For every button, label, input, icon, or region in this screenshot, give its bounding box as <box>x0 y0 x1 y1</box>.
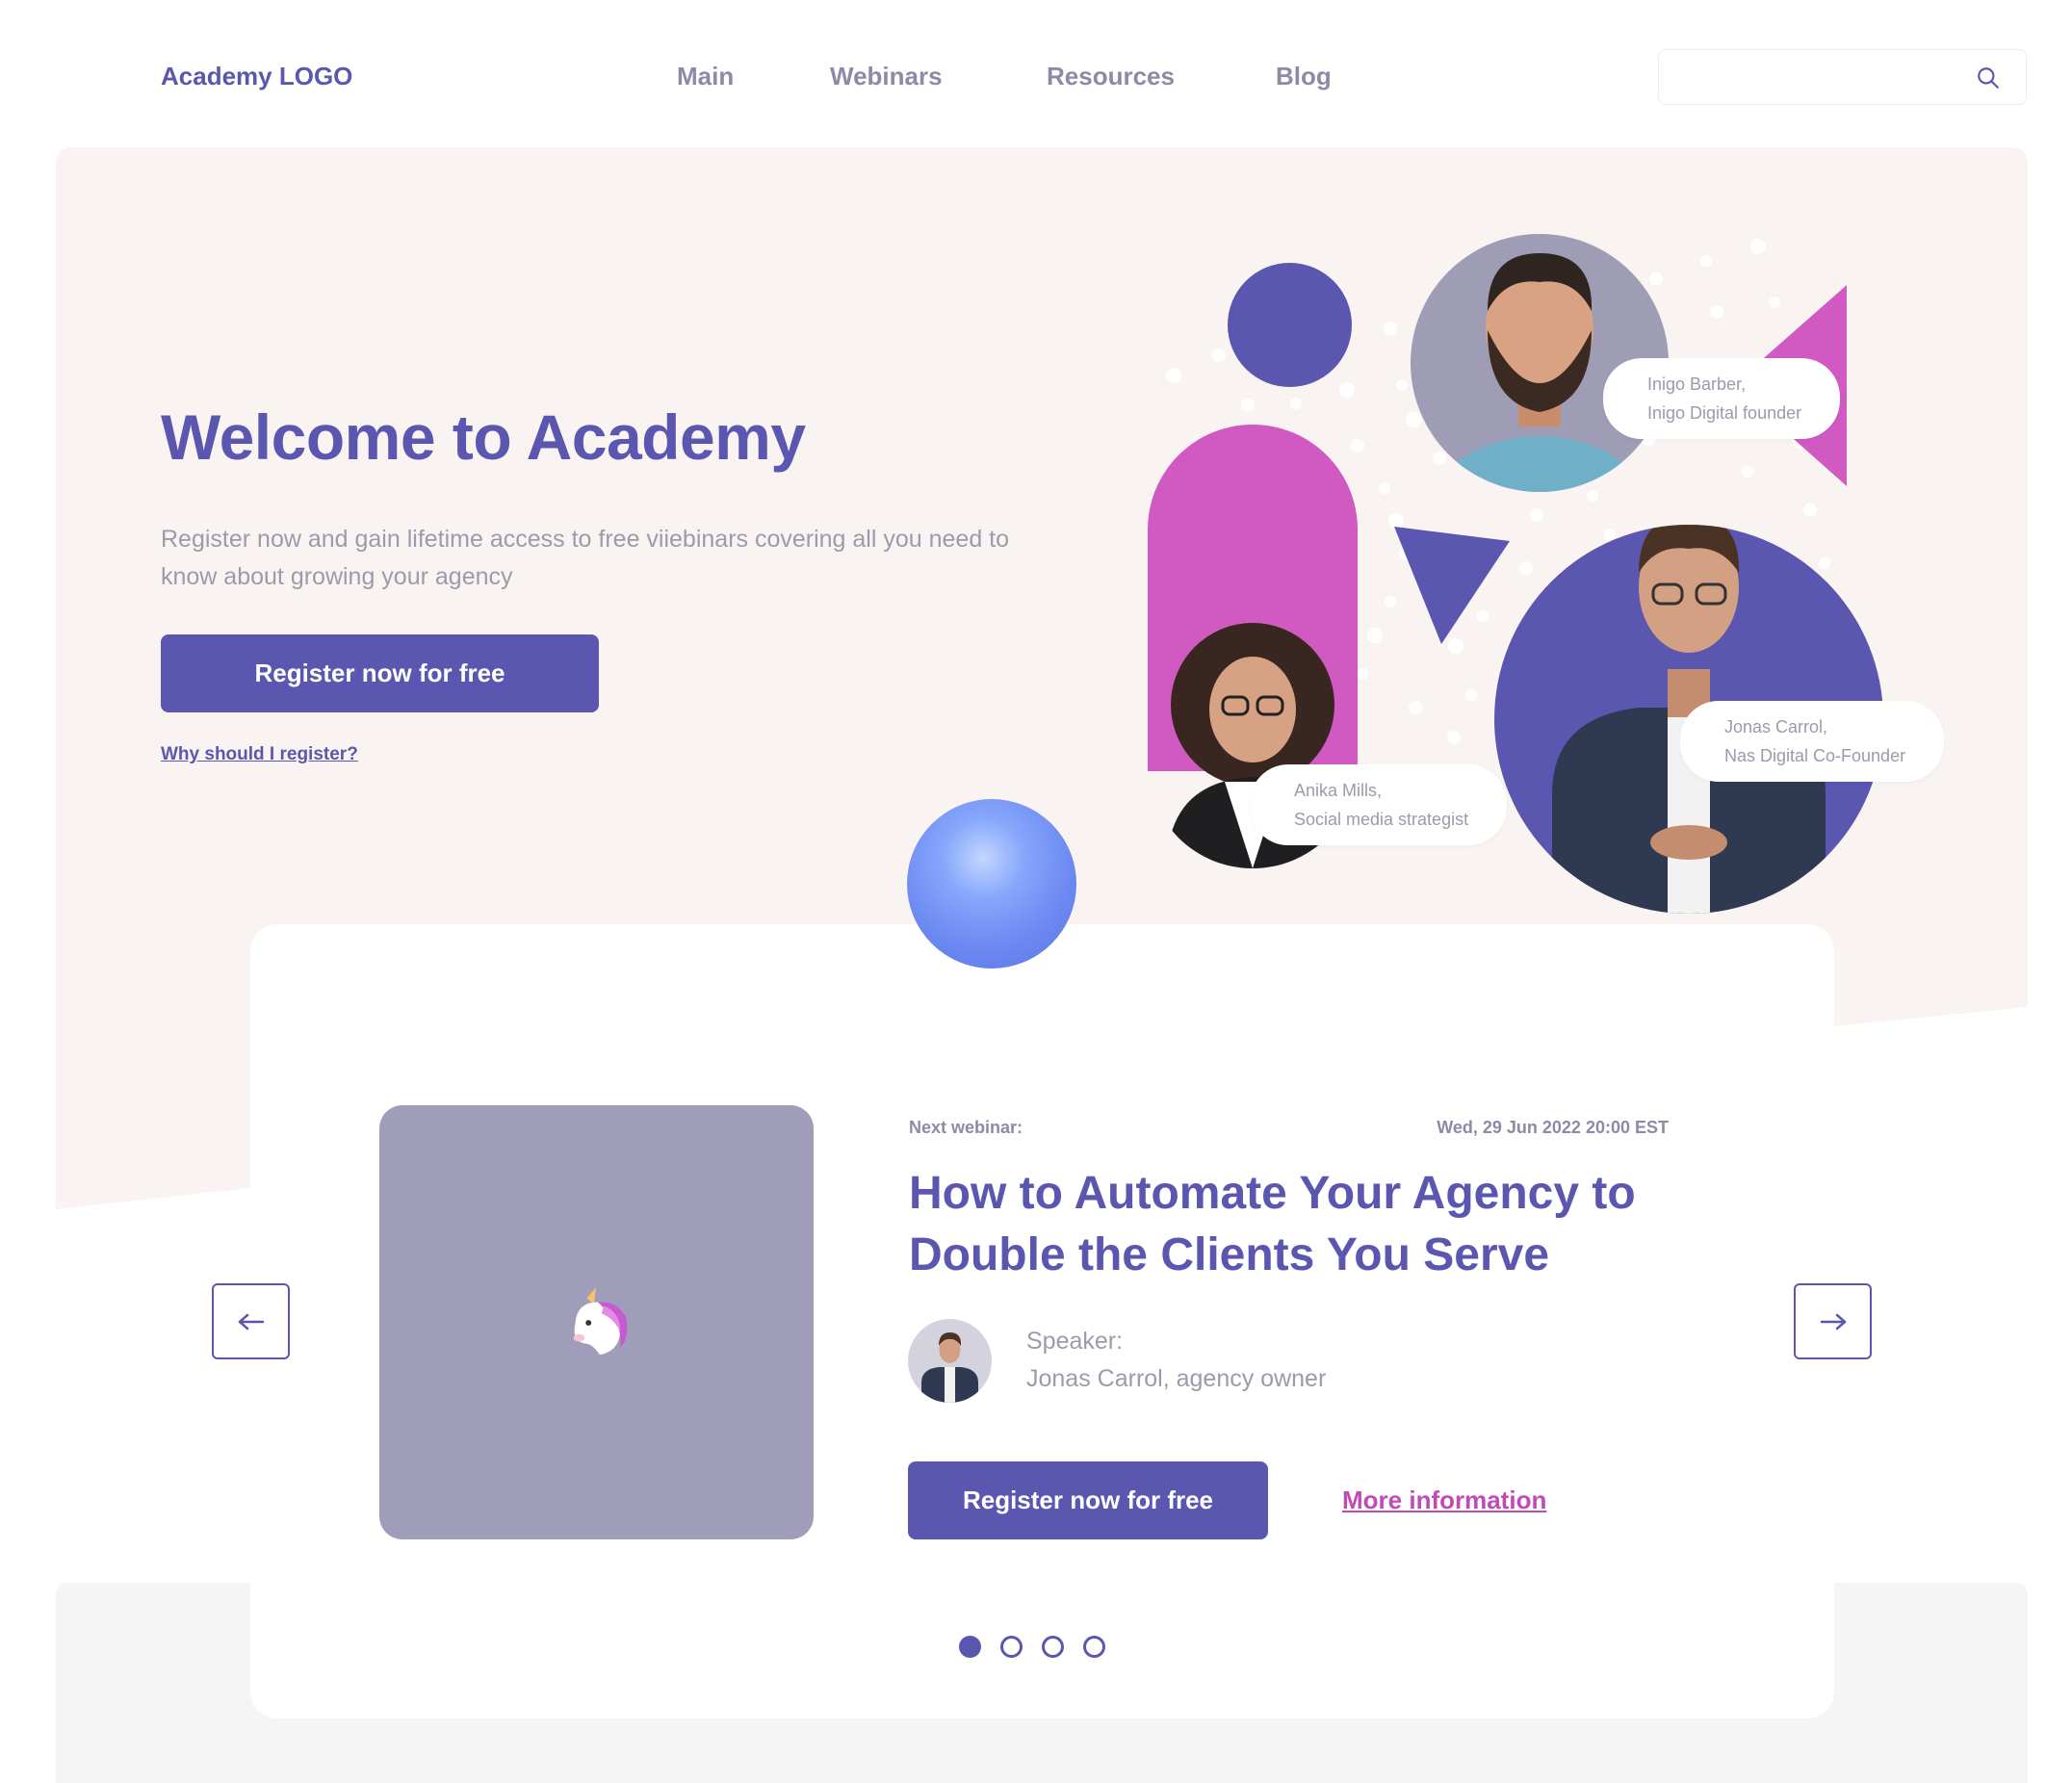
next-webinar-label: Next webinar: <box>909 1118 1023 1137</box>
person-role: Social media strategist <box>1294 810 1469 829</box>
person-icon <box>921 1332 978 1403</box>
webinar-date: Wed, 29 Jun 2022 20:00 EST <box>1437 1118 1669 1137</box>
speaker-name: Jonas Carrol, agency owner <box>1026 1365 1327 1392</box>
carousel-next-button[interactable] <box>1794 1283 1872 1359</box>
carousel-dot[interactable] <box>959 1636 981 1658</box>
decorative-sphere <box>907 799 1076 969</box>
more-information-link[interactable]: More information <box>1342 1486 1546 1515</box>
arrow-right-icon <box>1820 1313 1846 1330</box>
carousel-dot[interactable] <box>1042 1636 1064 1658</box>
webinar-register-button[interactable]: Register now for free <box>908 1461 1268 1539</box>
person-name: Inigo Barber, <box>1647 375 1747 394</box>
person-name: Anika Mills, <box>1294 781 1383 800</box>
person-label-jonas: Jonas Carrol, Nas Digital Co-Founder <box>1680 701 1945 782</box>
webinar-title: How to Automate Your Agency to Double th… <box>909 1168 1636 1280</box>
arrow-left-icon <box>238 1313 264 1330</box>
person-role: Nas Digital Co-Founder <box>1724 746 1906 765</box>
person-label-anika: Anika Mills, Social media strategist <box>1250 764 1508 845</box>
carousel-pagination <box>959 1636 1105 1658</box>
person-label-inigo: Inigo Barber, Inigo Digital founder <box>1603 358 1841 439</box>
unicorn-icon <box>573 1286 628 1356</box>
person-name: Jonas Carrol, <box>1724 717 1828 736</box>
carousel-prev-button[interactable] <box>212 1283 290 1359</box>
carousel-dot[interactable] <box>1000 1636 1023 1658</box>
webinar-thumbnail[interactable] <box>379 1105 814 1539</box>
speaker-avatar <box>908 1319 992 1403</box>
carousel-dot[interactable] <box>1083 1636 1105 1658</box>
speaker-label: Speaker: <box>1026 1328 1124 1355</box>
person-role: Inigo Digital founder <box>1647 403 1802 423</box>
